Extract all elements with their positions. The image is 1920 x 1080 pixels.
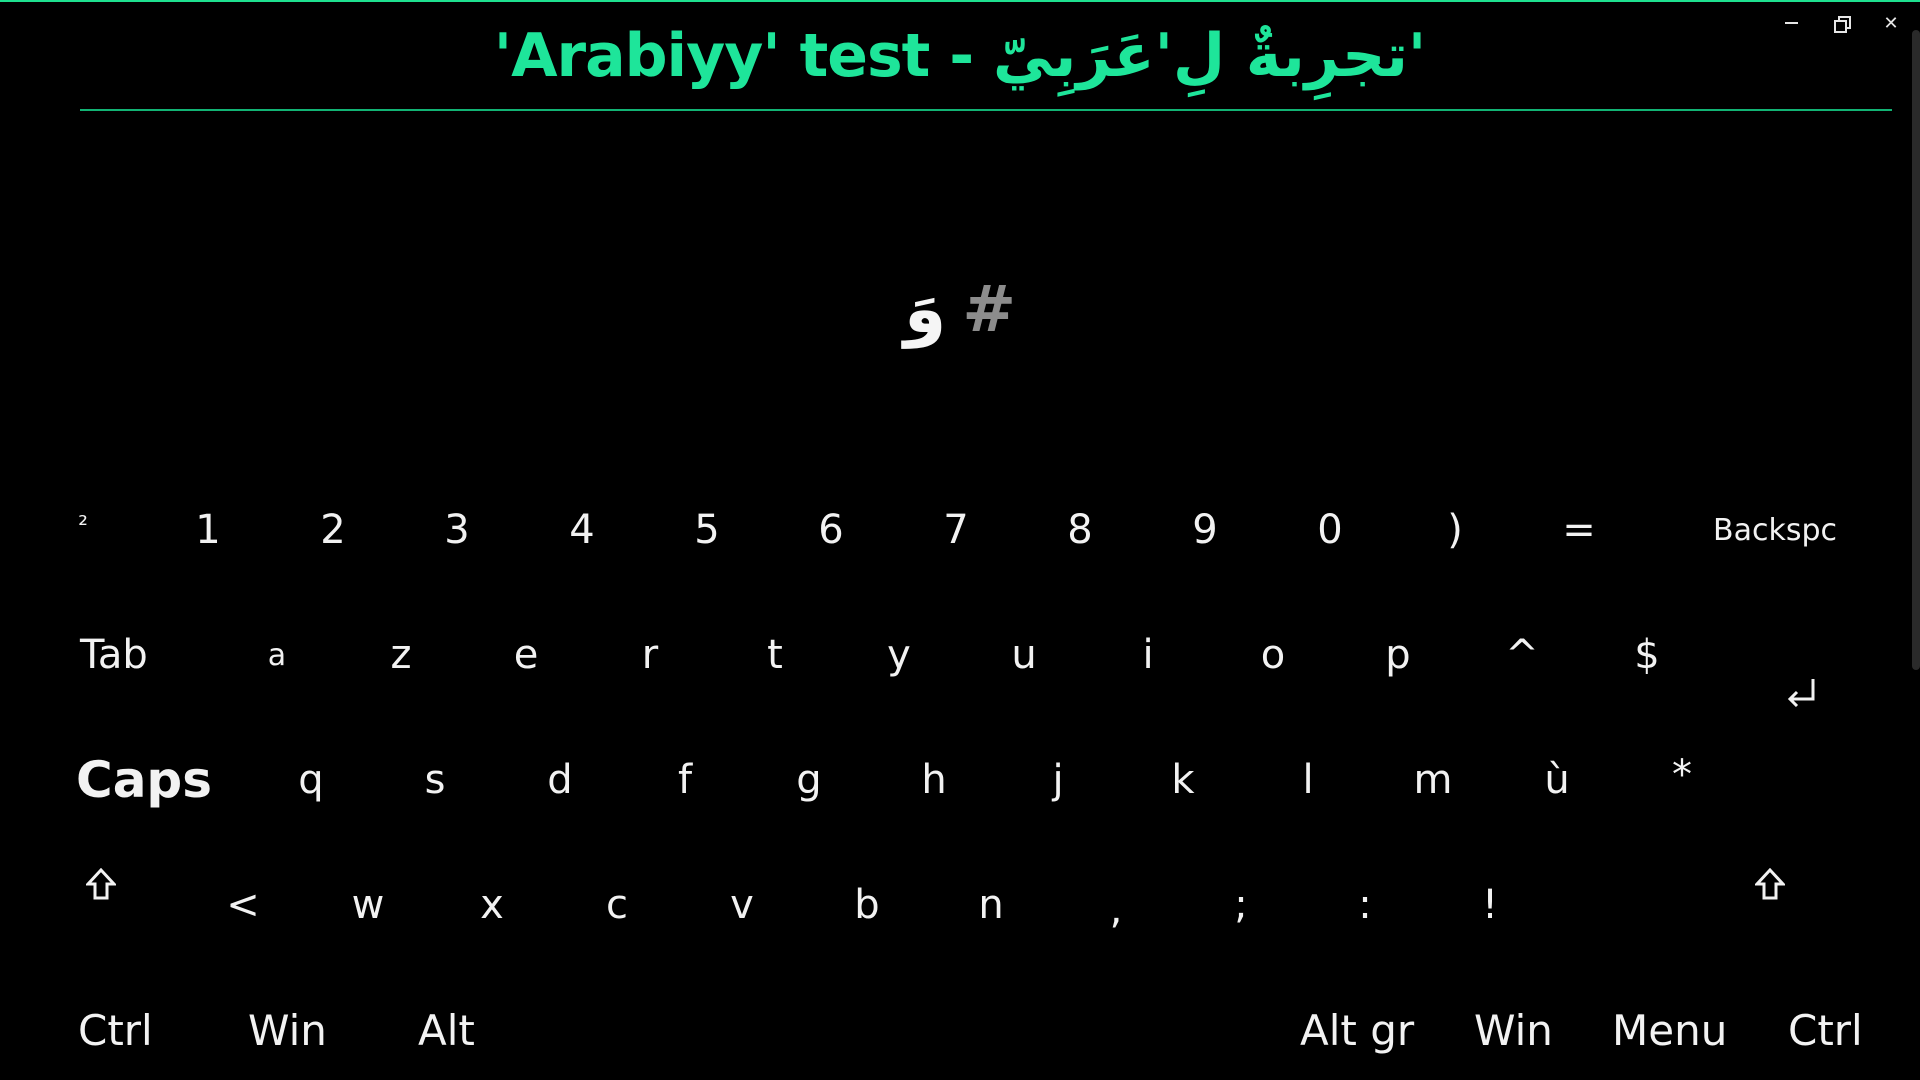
key-u-grave[interactable]: ù: [1532, 740, 1582, 820]
key-tab[interactable]: Tab: [80, 615, 200, 695]
key-n[interactable]: n: [966, 865, 1016, 945]
key-o[interactable]: o: [1248, 615, 1298, 695]
key-s[interactable]: s: [410, 740, 460, 820]
key-q[interactable]: q: [286, 740, 336, 820]
window-top-border: [0, 0, 1920, 2]
key-f[interactable]: f: [660, 740, 710, 820]
on-screen-keyboard: ² 1 2 3 4 5 6 7 8 9 0 ) = Backspc Tab a …: [0, 490, 1920, 1080]
key-1[interactable]: 1: [183, 490, 233, 570]
enter-icon[interactable]: [1780, 670, 1824, 714]
key-caret[interactable]: ^: [1497, 615, 1547, 695]
key-semicolon[interactable]: ;: [1216, 865, 1266, 945]
key-caps-lock[interactable]: Caps: [76, 740, 216, 820]
key-backspace[interactable]: Backspc: [1700, 490, 1850, 570]
key-alt-gr[interactable]: Alt gr: [1300, 990, 1430, 1070]
typing-test-window: ✕ 'Arabiyy' test - تجرِبةٌ لِ'عَرَبِيّ' …: [0, 0, 1920, 1080]
key-dollar[interactable]: $: [1622, 615, 1672, 695]
key-e[interactable]: e: [501, 615, 551, 695]
shift-icon[interactable]: [86, 868, 126, 928]
key-x[interactable]: x: [467, 865, 517, 945]
key-0[interactable]: 0: [1305, 490, 1355, 570]
key-h[interactable]: h: [909, 740, 959, 820]
key-p[interactable]: p: [1373, 615, 1423, 695]
prompt-display: وَ #: [0, 270, 1920, 349]
key-colon[interactable]: :: [1340, 865, 1390, 945]
key-equals[interactable]: =: [1554, 490, 1604, 570]
key-j[interactable]: j: [1033, 740, 1083, 820]
key-l[interactable]: l: [1283, 740, 1333, 820]
key-r[interactable]: r: [625, 615, 675, 695]
key-i[interactable]: i: [1123, 615, 1173, 695]
key-8[interactable]: 8: [1055, 490, 1105, 570]
key-ctrl-left[interactable]: Ctrl: [78, 990, 188, 1070]
key-y[interactable]: y: [874, 615, 924, 695]
key-ctrl-right[interactable]: Ctrl: [1788, 990, 1898, 1070]
key-5[interactable]: 5: [682, 490, 732, 570]
key-k[interactable]: k: [1158, 740, 1208, 820]
key-c[interactable]: c: [592, 865, 642, 945]
prompt-character: وَ: [904, 270, 947, 349]
key-g[interactable]: g: [784, 740, 834, 820]
key-3[interactable]: 3: [432, 490, 482, 570]
key-6[interactable]: 6: [806, 490, 856, 570]
key-superscript-two[interactable]: ²: [58, 490, 108, 560]
page-title: 'Arabiyy' test - تجرِبةٌ لِ'عَرَبِيّ': [493, 21, 1428, 91]
key-d[interactable]: d: [535, 740, 585, 820]
key-b[interactable]: b: [842, 865, 892, 945]
key-comma[interactable]: ,: [1091, 870, 1141, 950]
key-menu[interactable]: Menu: [1612, 990, 1742, 1070]
key-9[interactable]: 9: [1180, 490, 1230, 570]
key-less-than[interactable]: <: [218, 865, 268, 945]
key-m[interactable]: m: [1408, 740, 1458, 820]
title-divider: [80, 109, 1892, 111]
key-u[interactable]: u: [999, 615, 1049, 695]
key-t[interactable]: t: [750, 615, 800, 695]
shift-icon[interactable]: [1755, 868, 1795, 928]
key-alt[interactable]: Alt: [418, 990, 528, 1070]
key-4[interactable]: 4: [557, 490, 607, 570]
key-exclamation[interactable]: !: [1465, 865, 1515, 945]
key-close-paren[interactable]: ): [1430, 490, 1480, 570]
key-win-right[interactable]: Win: [1474, 990, 1584, 1070]
key-z[interactable]: z: [376, 615, 426, 695]
key-v[interactable]: v: [717, 865, 767, 945]
prompt-hash: #: [962, 272, 1016, 347]
key-7[interactable]: 7: [931, 490, 981, 570]
key-win-left[interactable]: Win: [248, 990, 358, 1070]
key-2[interactable]: 2: [308, 490, 358, 570]
key-asterisk[interactable]: *: [1657, 735, 1707, 815]
key-w[interactable]: w: [343, 865, 393, 945]
key-a[interactable]: a: [252, 615, 302, 695]
